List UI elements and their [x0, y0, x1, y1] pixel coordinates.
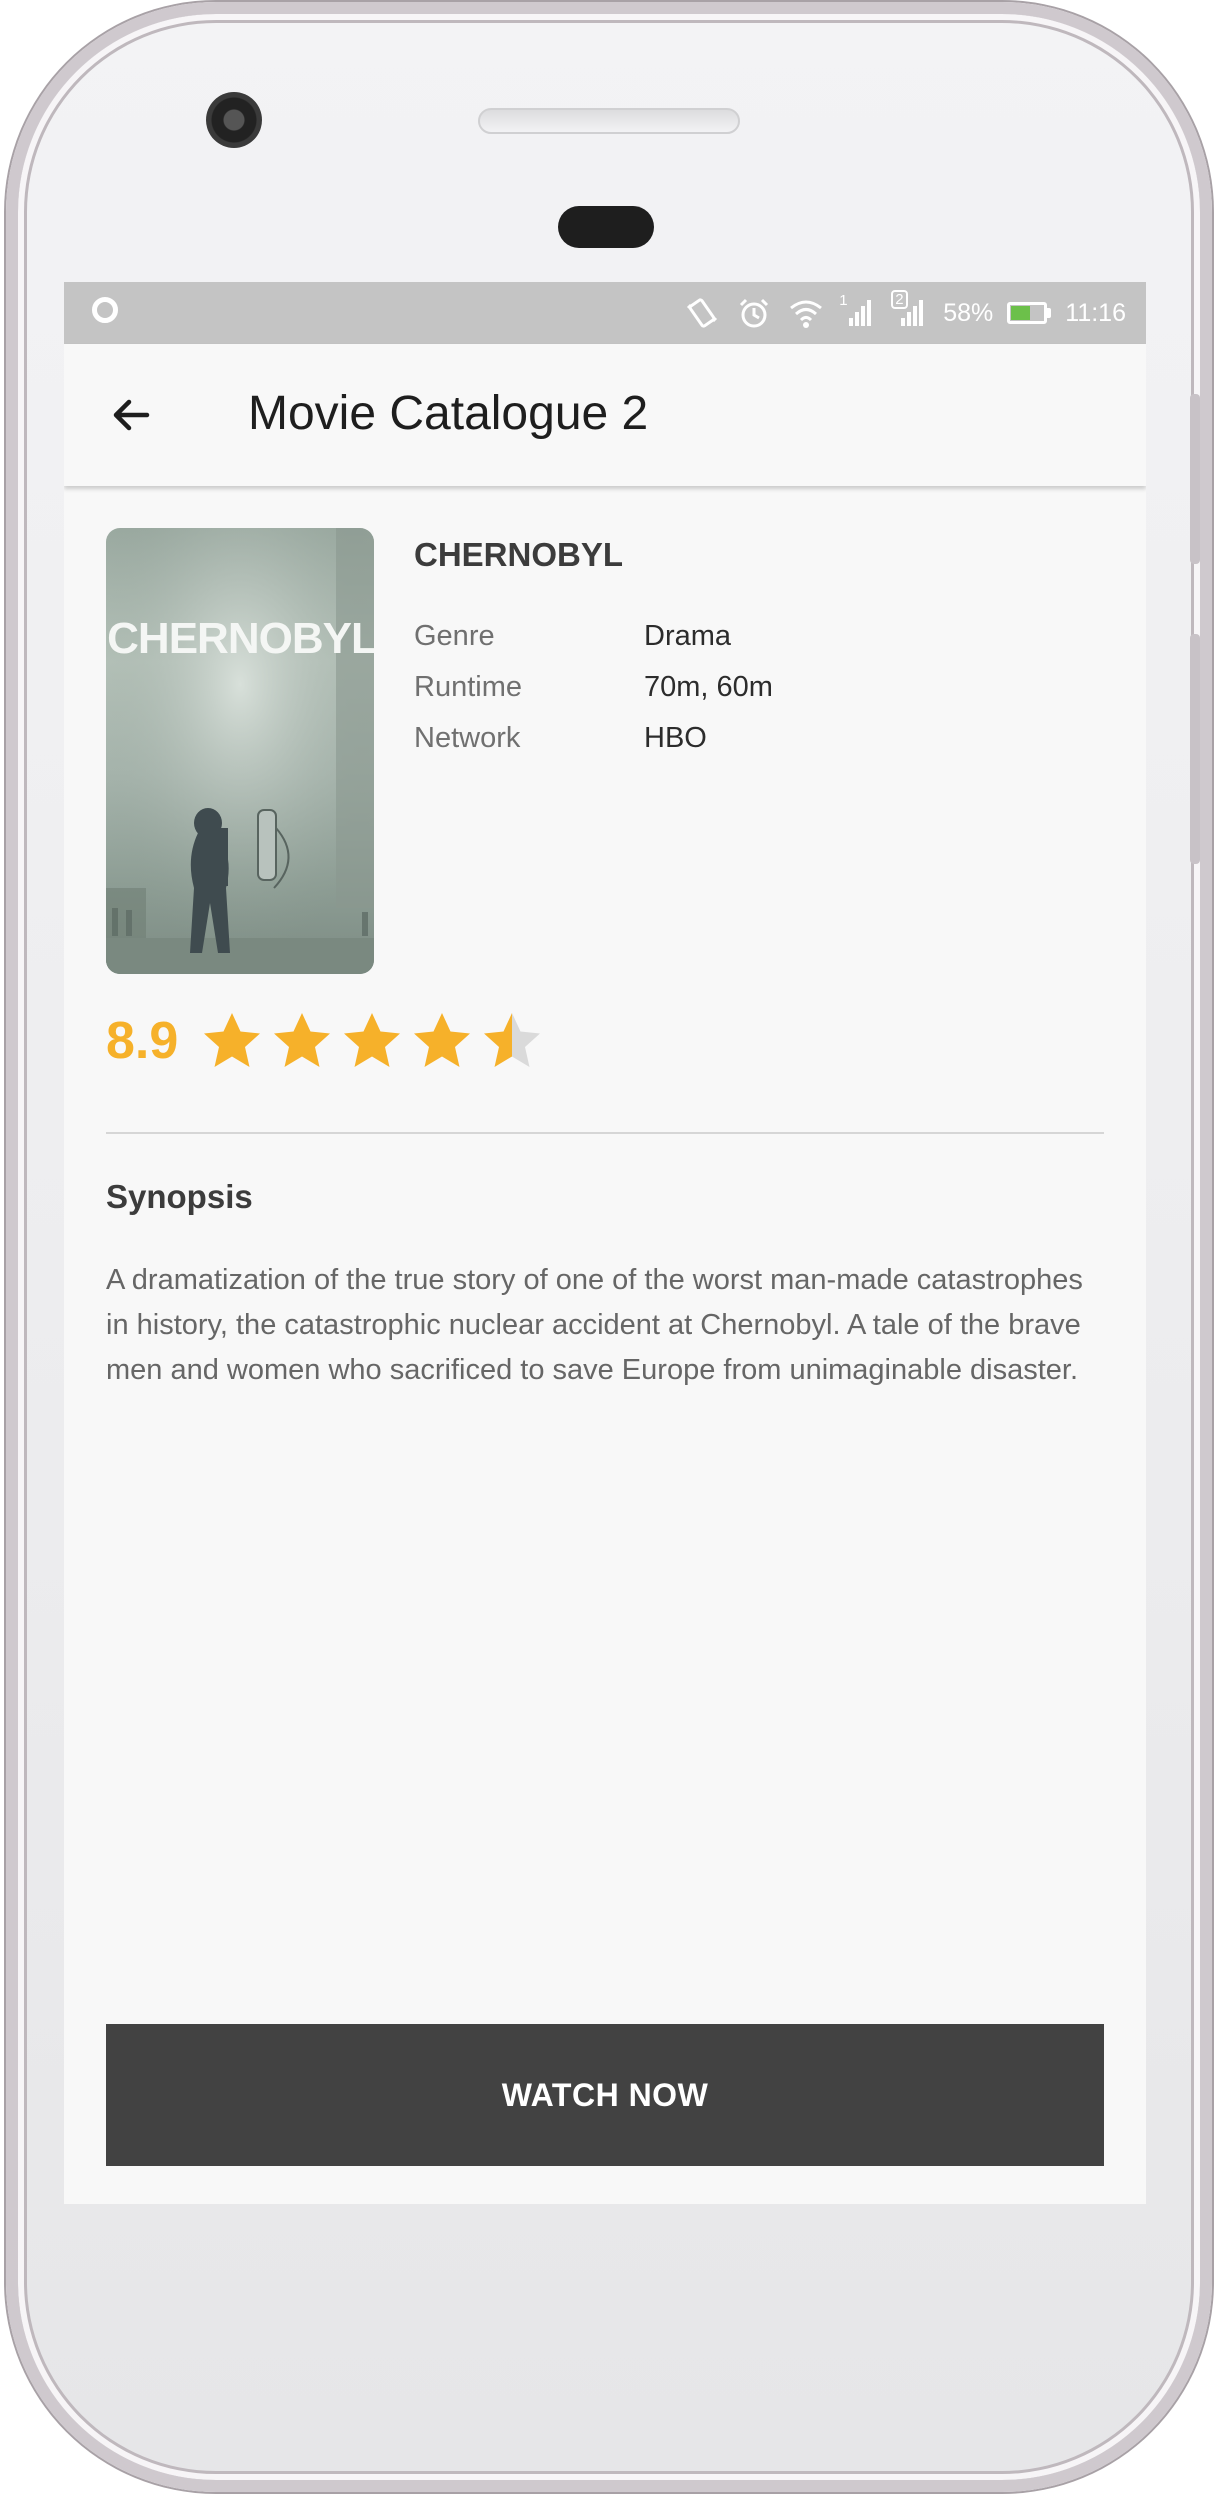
detail-genre: Genre Drama [414, 620, 731, 653]
alarm-icon [735, 294, 773, 332]
detail-runtime: Runtime 70m, 60m [414, 671, 773, 704]
star-icon [344, 1013, 401, 1067]
front-camera [206, 92, 262, 148]
divider [106, 1132, 1104, 1134]
star-icon [204, 1013, 261, 1067]
detail-label: Genre [414, 620, 495, 652]
battery-charging-icon [1007, 302, 1052, 324]
detail-value: 70m, 60m [644, 671, 773, 703]
status-icons: 1 2 58% 11:16 [683, 282, 1126, 344]
notification-ring-icon [92, 297, 118, 323]
detail-label: Network [414, 722, 521, 754]
star-icon [414, 1013, 471, 1067]
synopsis-heading: Synopsis [106, 1178, 253, 1215]
app-title: Movie Catalogue 2 [248, 387, 649, 440]
earpiece-speaker [478, 108, 740, 134]
movie-title: CHERNOBYL [414, 536, 624, 573]
app-bar: Movie Catalogue 2 [64, 344, 1146, 486]
vibrate-icon [683, 294, 721, 332]
rating-value: 8.9 [106, 1012, 179, 1070]
screen: 1 2 58% 11:16 Movie Catalogue 2 CHERNOBY… [64, 282, 1146, 2204]
movie-detail: CHERNOBYL CHERNOBYL Genre Drama Runtime … [64, 486, 1146, 2204]
wifi-icon [787, 294, 825, 332]
volume-button [1190, 394, 1200, 564]
star-icon [274, 1013, 331, 1067]
poster-title: CHERNOBYL [107, 614, 374, 663]
back-button[interactable] [100, 384, 162, 446]
sim2-label: 2 [891, 290, 908, 309]
status-time: 11:16 [1065, 298, 1126, 327]
proximity-sensor [558, 206, 654, 248]
rating-stars [202, 1011, 542, 1071]
signal-sim1-icon: 1 [839, 292, 877, 332]
arrow-left-icon [113, 399, 150, 431]
status-bar: 1 2 58% 11:16 [64, 282, 1146, 344]
detail-value: HBO [644, 722, 707, 754]
sim1-label: 1 [839, 292, 848, 309]
movie-poster: CHERNOBYL [106, 528, 374, 974]
rating-row: 8.9 [106, 1006, 542, 1076]
poster-illustration [106, 528, 374, 974]
star-icon [484, 1013, 541, 1067]
detail-label: Runtime [414, 671, 522, 703]
watch-now-button[interactable]: WATCH NOW [106, 2024, 1104, 2166]
signal-sim2-icon: 2 [891, 290, 929, 332]
detail-value: Drama [644, 620, 732, 652]
synopsis-text: A dramatization of the true story of one… [106, 1264, 1083, 1386]
battery-percent: 58% [943, 298, 994, 327]
power-button [1190, 634, 1200, 864]
detail-network: Network HBO [414, 722, 707, 755]
